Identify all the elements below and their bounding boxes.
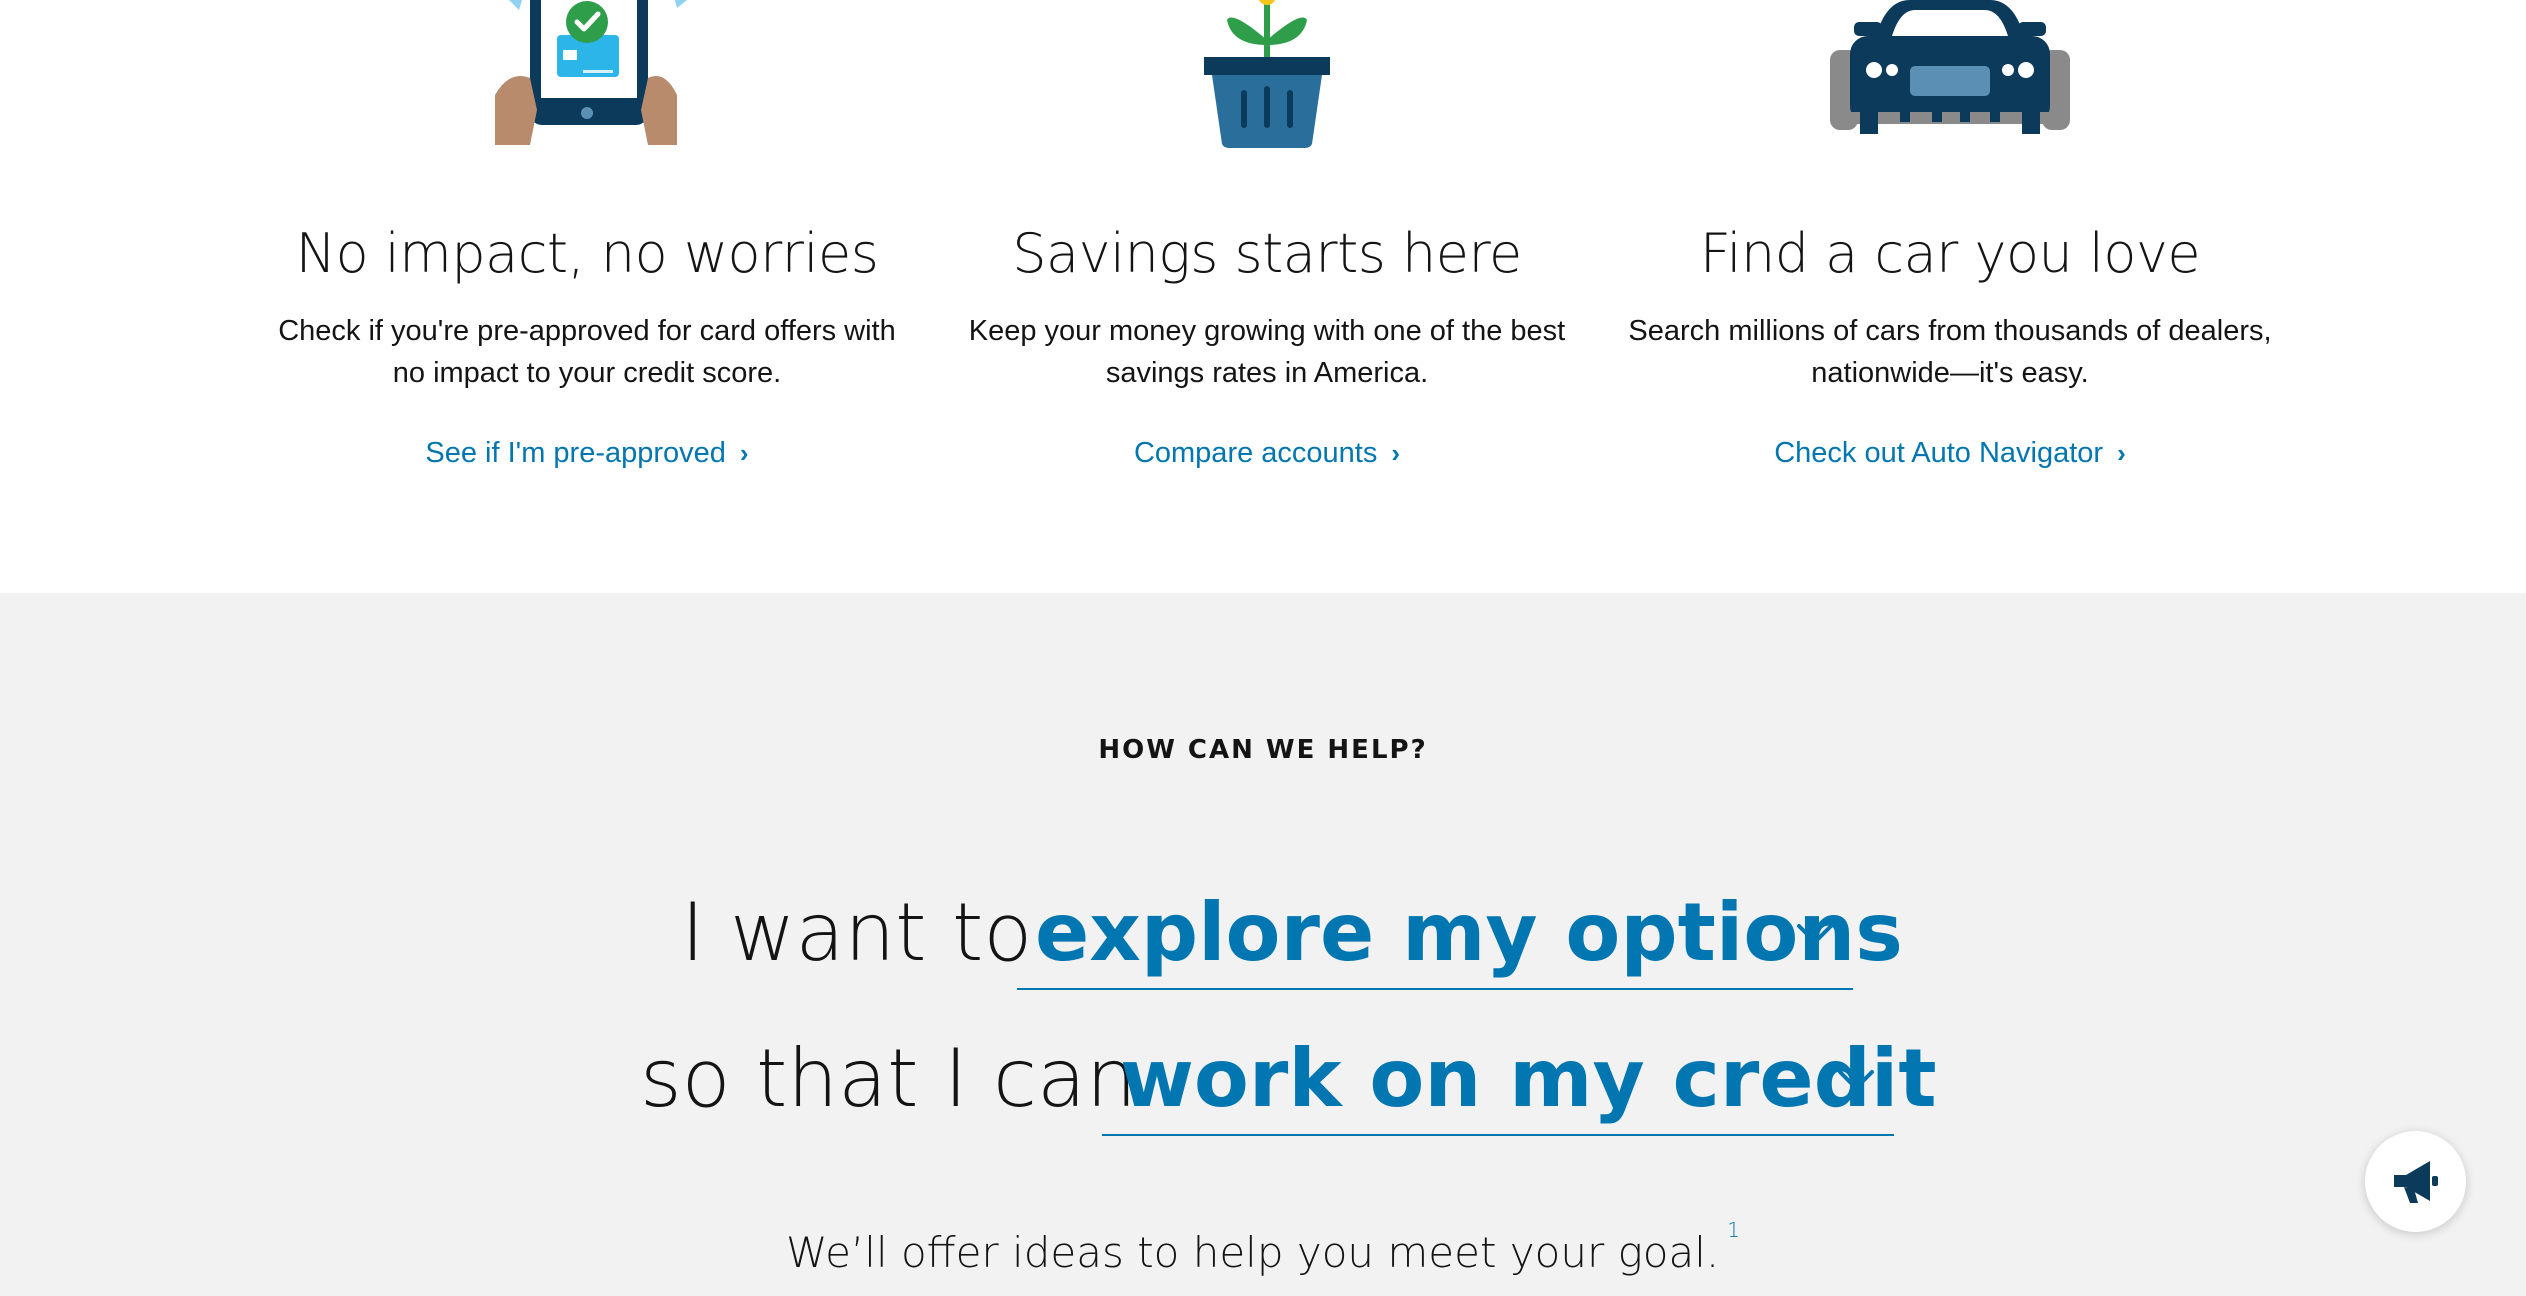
cta-label: Check out Auto Navigator: [1774, 437, 2104, 469]
feature-title: Savings starts here: [1012, 222, 1522, 285]
chevron-right-icon: ›: [2117, 438, 2126, 468]
chevron-down-icon: [1797, 924, 1833, 945]
features-section: No impact, no worries Check if you're pr…: [0, 0, 2526, 593]
feature-description-line: no impact to your credit score.: [392, 357, 782, 389]
cta-label: Compare accounts: [1133, 437, 1378, 469]
feature-description: Check if you're pre-approved for card of…: [247, 310, 927, 394]
feature-description-line: Keep your money growing with one of the …: [968, 315, 1566, 347]
cta-label: See if I'm pre-approved: [425, 437, 726, 469]
feedback-button[interactable]: [2365, 1131, 2466, 1232]
goal-lead-text: I want to: [681, 886, 1033, 979]
plant-basket-illustration: [1204, 0, 1330, 148]
feature-title: No impact, no worries: [295, 222, 879, 285]
check-out-auto-navigator-link[interactable]: Check out Auto Navigator ›: [1610, 437, 2290, 470]
feature-description: Search millions of cars from thousands o…: [1610, 310, 2290, 394]
how-can-we-help-section: HOW CAN WE HELP? I want to explore my op…: [0, 593, 2526, 1296]
chevron-right-icon: ›: [1391, 438, 1401, 468]
offer-text-label: We’ll offer ideas to help you meet your …: [786, 1228, 1720, 1277]
feature-description-line: Search millions of cars from thousands o…: [1628, 315, 2272, 347]
feature-description: Keep your money growing with one of the …: [927, 310, 1607, 394]
feature-title: Find a car you love: [1699, 222, 2201, 285]
footnote-link[interactable]: 1: [1727, 1218, 1740, 1242]
want-to-dropdown[interactable]: explore my options: [1017, 886, 1903, 990]
offer-text: We’ll offer ideas to help you meet your …: [0, 1218, 2526, 1277]
dropdown-selected-value: work on my credit: [1120, 1032, 1937, 1125]
see-if-preapproved-link[interactable]: See if I'm pre-approved ›: [247, 437, 927, 470]
section-eyebrow: HOW CAN WE HELP?: [1098, 735, 1428, 765]
feature-description-line: savings rates in America.: [1105, 357, 1429, 389]
goal-lead-text: so that I can: [640, 1032, 1137, 1125]
goal-row-want: I want to explore my options: [0, 886, 2526, 1006]
feature-description-line: nationwide—it's easy.: [1811, 357, 2089, 389]
so-that-dropdown[interactable]: work on my credit: [1102, 1032, 1937, 1136]
phone-approval-illustration: [495, 0, 687, 145]
feature-description-line: Check if you're pre-approved for card of…: [278, 315, 896, 347]
goal-row-so-that: so that I can work on my credit: [0, 1032, 2526, 1152]
car-illustration: [1830, 0, 2070, 134]
compare-accounts-link[interactable]: Compare accounts ›: [927, 437, 1607, 470]
dropdown-selected-value: explore my options: [1035, 886, 1903, 979]
megaphone-icon: [2393, 1160, 2438, 1203]
chevron-down-icon: [1838, 1070, 1874, 1091]
chevron-right-icon: ›: [739, 438, 749, 468]
